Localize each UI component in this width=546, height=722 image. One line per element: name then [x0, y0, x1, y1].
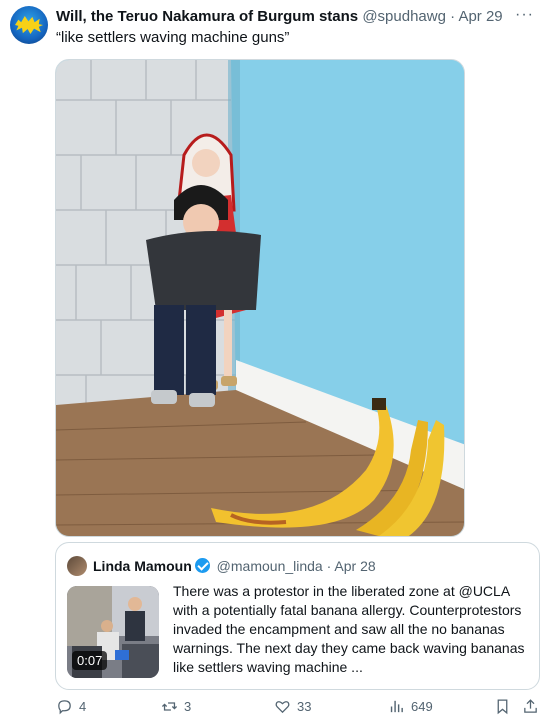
verified-badge-icon	[194, 558, 210, 573]
author-handle[interactable]: @spudhawg	[362, 8, 446, 25]
retweet-count: 3	[184, 699, 192, 714]
tweet-date[interactable]: Apr 29	[458, 8, 502, 25]
tweet-image-illustration	[56, 60, 464, 536]
more-options-icon[interactable]: ···	[515, 6, 534, 24]
quoted-video-thumbnail[interactable]: 0:07	[67, 586, 159, 678]
bookmark-icon	[497, 699, 508, 715]
retweet-icon	[161, 702, 178, 711]
like-count: 33	[297, 699, 312, 714]
views-count: 649	[411, 699, 433, 714]
tweet-text: “like settlers waving machine guns”	[56, 29, 290, 46]
bookmark-button[interactable]	[494, 698, 517, 715]
tweet-header: Will, the Teruo Nakamura of Burgum stans…	[56, 7, 503, 27]
reply-icon	[58, 700, 71, 715]
tweet-actions-bar: 4 3 33 649	[0, 698, 546, 722]
avatar-burst-logo	[15, 16, 43, 34]
quoted-header-separator: ·	[326, 558, 332, 574]
like-button[interactable]: 33	[274, 698, 311, 715]
quoted-tweet-text: There was a protestor in the liberated z…	[173, 583, 525, 675]
views-button[interactable]: 649	[388, 698, 433, 715]
header-separator: ·	[450, 8, 456, 25]
quoted-author-name[interactable]: Linda Mamoun	[93, 558, 192, 574]
tweet-image[interactable]	[55, 59, 465, 537]
video-duration-badge: 0:07	[72, 651, 108, 670]
author-avatar[interactable]	[10, 6, 48, 44]
quoted-author-avatar[interactable]	[67, 556, 87, 576]
quoted-tweet[interactable]: Linda Mamoun @mamoun_linda · Apr 28 0:07…	[55, 542, 540, 690]
bar-chart-icon	[390, 700, 403, 713]
reply-count: 4	[79, 699, 87, 714]
retweet-button[interactable]: 3	[161, 698, 191, 715]
reply-button[interactable]: 4	[56, 698, 86, 715]
quoted-author-handle[interactable]: @mamoun_linda	[217, 558, 323, 574]
quoted-tweet-date[interactable]: Apr 28	[334, 558, 375, 574]
heart-icon	[275, 701, 290, 714]
quoted-tweet-header: Linda Mamoun @mamoun_linda · Apr 28	[93, 556, 376, 576]
share-button[interactable]	[522, 698, 545, 715]
author-name[interactable]: Will, the Teruo Nakamura of Burgum stans	[56, 8, 358, 25]
share-icon	[524, 699, 537, 713]
tweet[interactable]: Will, the Teruo Nakamura of Burgum stans…	[0, 0, 546, 722]
